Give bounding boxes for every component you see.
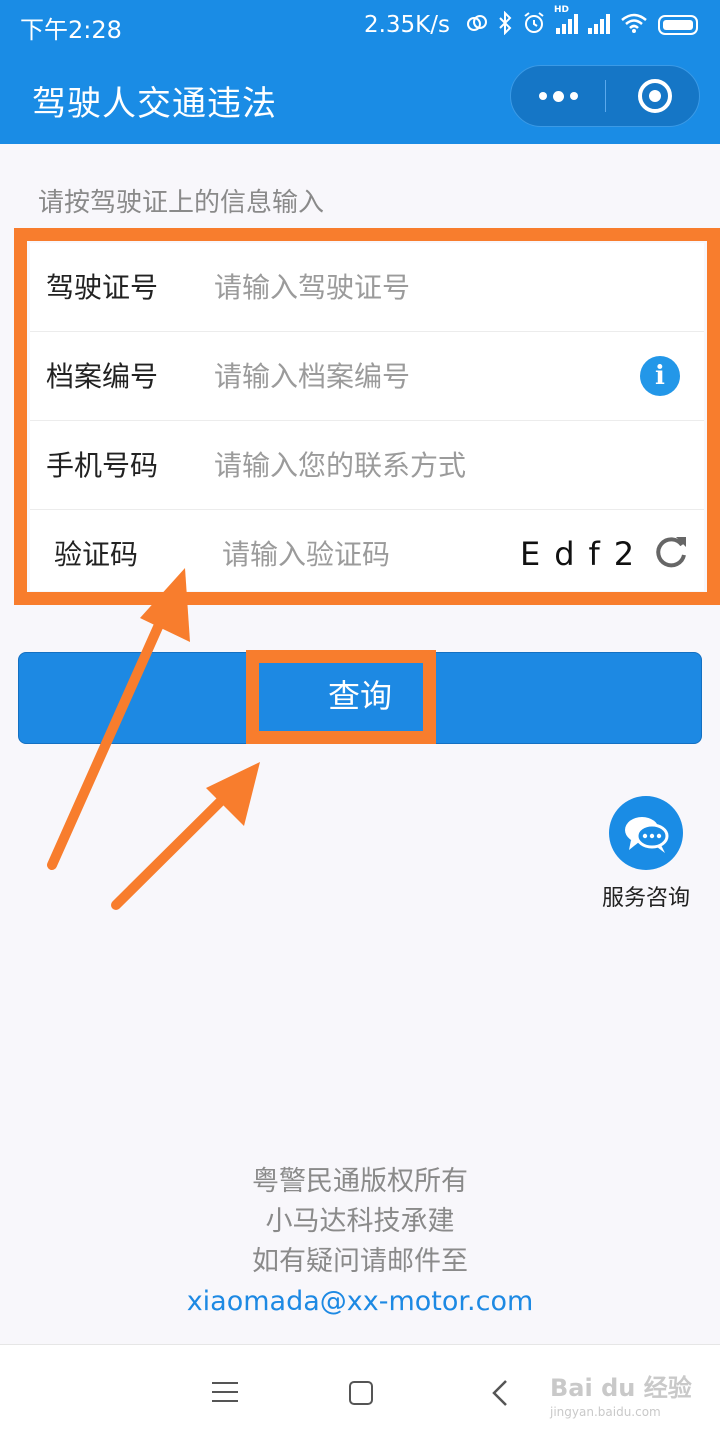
service-consult[interactable]: 服务咨询: [598, 796, 694, 912]
form-hint: 请按驾驶证上的信息输入: [38, 188, 325, 218]
annotation-frame-form: [14, 228, 720, 605]
chat-bubbles-icon: [609, 796, 683, 870]
sync-icon: [466, 12, 488, 39]
top-bar: 下午2:28 2.35K/s HD 驾驶人交通违法: [0, 0, 720, 144]
back-icon[interactable]: [490, 1379, 510, 1407]
footer-contact-hint: 如有疑问请邮件至: [252, 1246, 468, 1277]
status-icons: 2.35K/s HD: [363, 5, 698, 42]
watermark-text: Bai du 经验: [550, 1374, 692, 1402]
capsule-divider: [605, 80, 606, 112]
home-icon[interactable]: [349, 1381, 373, 1405]
annotation-frame-button: [246, 650, 436, 744]
footer-copyright: 粤警民通版权所有: [252, 1166, 468, 1197]
page-title: 驾驶人交通违法: [32, 84, 277, 124]
menu-icon[interactable]: [212, 1382, 238, 1409]
more-icon[interactable]: [511, 66, 606, 126]
bluetooth-icon: [498, 10, 512, 40]
close-miniprogram-icon[interactable]: [638, 79, 672, 113]
watermark-sub: jingyan.baidu.com: [550, 1405, 661, 1419]
service-consult-label: 服务咨询: [601, 886, 690, 911]
miniprogram-capsule: [510, 65, 700, 127]
baidu-watermark: Bai du 经验 jingyan.baidu.com: [550, 1368, 692, 1419]
footer-email-link[interactable]: xiaomada@xx-motor.com: [0, 1282, 720, 1322]
hd-label: HD: [554, 4, 570, 15]
alarm-icon: [522, 11, 546, 40]
footer-builder: 小马达科技承建: [265, 1206, 455, 1237]
battery-icon: [658, 15, 698, 35]
wifi-icon: [620, 12, 648, 39]
network-speed: 2.35K/s: [363, 12, 450, 38]
status-time: 下午2:28: [20, 16, 122, 44]
footer: 粤警民通版权所有 小马达科技承建 如有疑问请邮件至 xiaomada@xx-mo…: [0, 1162, 720, 1322]
hd-signal-icon: HD: [554, 5, 578, 39]
signal-icon: [588, 12, 610, 39]
